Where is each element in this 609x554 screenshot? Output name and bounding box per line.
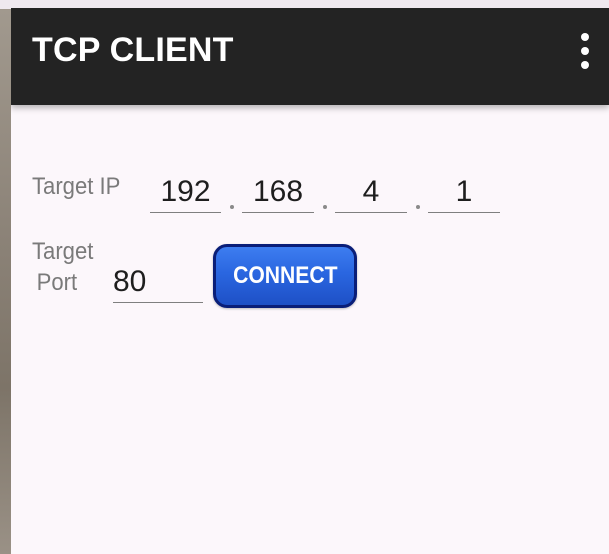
app-bar: TCP CLIENT [11,8,609,105]
ip-separator-dot [230,205,234,209]
connect-button[interactable]: CONNECT [213,244,357,308]
connect-button-label: CONNECT [232,262,338,289]
menu-dot [581,61,589,69]
ip-octet-2-field[interactable]: 168 [242,172,314,213]
menu-dot [581,33,589,41]
ip-octet-3-field[interactable]: 4 [335,172,407,213]
port-value: 80 [113,265,147,298]
ip-octet-4-field[interactable]: 1 [428,172,500,213]
more-vert-icon[interactable] [575,30,595,72]
target-ip-label: Target IP [32,173,121,200]
ip-octet-1-field[interactable]: 192 [150,172,221,213]
target-port-label: Target Port [32,236,93,298]
ip-separator-dot [323,205,327,209]
ip-separator-dot [416,205,420,209]
target-port-label-line2: Port [36,269,78,296]
app-screen: TCP CLIENT Target IP 192 168 4 1 Target … [11,8,609,554]
target-port-label-line1: Target [32,238,94,265]
port-field[interactable]: 80 [113,262,203,303]
menu-dot [581,47,589,55]
app-title: TCP CLIENT [32,31,234,69]
